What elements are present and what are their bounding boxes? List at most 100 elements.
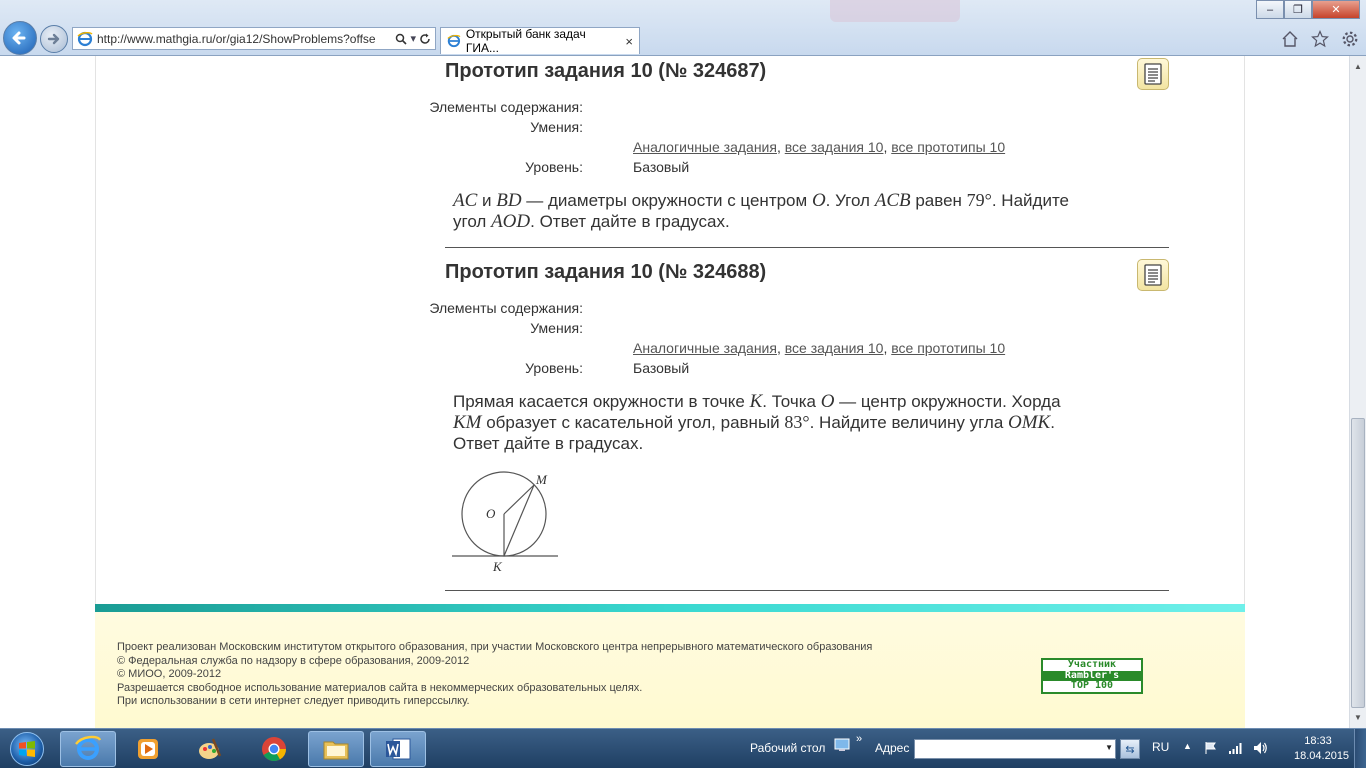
vertical-scrollbar[interactable]: ▲ ▼ <box>1349 56 1366 728</box>
language-indicator[interactable]: RU <box>1152 740 1169 754</box>
footer-accent-bar <box>95 604 1245 612</box>
show-desktop-button[interactable] <box>1354 729 1366 768</box>
folder-icon <box>323 741 349 760</box>
text-run: . Точка <box>762 392 821 411</box>
page-footer: Проект реализован Московским институтом … <box>95 612 1245 728</box>
problem-statement: AC и BD — диаметры окружности с центром … <box>453 190 1163 232</box>
browser-chrome: http://www.mathgia.ru/or/gia12/ShowProbl… <box>0 0 1366 56</box>
label-m: M <box>535 472 548 487</box>
text-run: — центр окружности. Хорда <box>834 392 1061 411</box>
text-run: Прямая касается окружности в точке <box>453 392 750 411</box>
text-run: и <box>477 191 497 210</box>
tray-expand-icon[interactable]: ▲ <box>1183 741 1192 751</box>
minimize-button[interactable]: – <box>1256 0 1284 19</box>
refresh-icon[interactable] <box>419 33 431 45</box>
dropdown-arrow-icon[interactable]: ▼ <box>1105 743 1113 752</box>
taskbar-chrome[interactable] <box>246 731 302 767</box>
rambler-line: TOP 100 <box>1070 680 1114 692</box>
maximize-button[interactable]: ❐ <box>1284 0 1312 19</box>
footer-line: Разрешается свободное использование мате… <box>117 681 643 694</box>
desktop-icon[interactable] <box>834 737 850 753</box>
windows-logo-icon <box>10 732 44 766</box>
address-go-button[interactable]: ⇆ <box>1120 739 1140 759</box>
internet-explorer-icon <box>75 735 102 760</box>
volume-icon[interactable] <box>1252 740 1268 756</box>
all-prototypes-10-link[interactable]: все прототипы 10 <box>891 340 1005 356</box>
problem-title: Прототип задания 10 (№ 324687) <box>445 60 767 82</box>
windows-taskbar: Рабочий стол » Адрес ▼ ⇆ RU ▲ 18:33 18.0… <box>0 728 1366 768</box>
favorites-star-icon[interactable] <box>1310 29 1330 49</box>
all-tasks-10-link[interactable]: все задания 10 <box>785 340 884 356</box>
tab-title: Открытый банк задач ГИА... <box>465 27 586 55</box>
system-clock[interactable]: 18:33 18.04.2015 <box>1294 734 1350 764</box>
dropdown-arrow-icon[interactable]: ▾ <box>410 32 416 45</box>
problem-links: Аналогичные задания, все задания 10, все… <box>633 139 1005 155</box>
taskbar-media-player[interactable] <box>120 731 176 767</box>
browser-toolbar <box>1280 29 1360 49</box>
math-var: OMK <box>1008 412 1051 433</box>
home-icon[interactable] <box>1280 29 1300 49</box>
taskbar-word[interactable] <box>370 731 426 767</box>
scroll-up-icon[interactable]: ▲ <box>1350 58 1366 75</box>
tab-active[interactable]: Открытый банк задач ГИА... × <box>440 27 640 55</box>
math-var: AC <box>453 190 478 211</box>
text-run: . Ответ дайте в градусах. <box>530 212 730 231</box>
footer-line: © Федеральная служба по надзору в сфере … <box>117 654 470 667</box>
text-run: . Найдите величину угла <box>809 413 1008 432</box>
chord-km <box>503 484 535 557</box>
url-text[interactable]: http://www.mathgia.ru/or/gia12/ShowProbl… <box>97 32 395 46</box>
taskbar-internet-explorer[interactable] <box>60 731 116 767</box>
text-run: угол <box>453 212 492 231</box>
scroll-thumb[interactable] <box>1351 418 1365 708</box>
address-toolbar-label: Адрес <box>875 741 910 755</box>
chrome-icon <box>262 737 286 762</box>
footer-line: Проект реализован Московским институтом … <box>117 641 873 653</box>
problem-statement: Прямая касается окружности в точке K. То… <box>453 391 1163 454</box>
label-k: K <box>492 559 503 574</box>
similar-tasks-link[interactable]: Аналогичные задания <box>633 139 777 155</box>
content-elements-label: Элементы содержания: <box>429 300 583 316</box>
taskbar-address-input[interactable]: ▼ <box>914 739 1116 759</box>
close-tab-icon[interactable]: × <box>625 34 633 49</box>
action-center-flag-icon[interactable] <box>1203 741 1217 755</box>
start-button[interactable] <box>2 730 52 768</box>
back-button[interactable] <box>3 21 37 55</box>
close-window-button[interactable]: ✕ <box>1312 0 1360 19</box>
document-icon[interactable] <box>1137 58 1169 90</box>
skills-label: Умения: <box>530 320 583 336</box>
math-var: AOD <box>491 211 531 232</box>
math-var: O <box>820 391 835 412</box>
forward-button[interactable] <box>40 25 68 53</box>
math-number: 83° <box>784 412 810 432</box>
toolbar-chevron-icon[interactable]: » <box>856 733 862 745</box>
rambler-top100-badge[interactable]: Участник Rambler's TOP 100 <box>1041 658 1143 694</box>
taskbar-explorer[interactable] <box>308 731 364 767</box>
all-tasks-10-link[interactable]: все задания 10 <box>785 139 884 155</box>
settings-gear-icon[interactable] <box>1340 29 1360 49</box>
text-run: . Найдите <box>991 191 1069 210</box>
problem-card: Прототип задания 10 (№ 324688) <box>445 259 1169 291</box>
taskbar-paint[interactable] <box>182 731 238 767</box>
page-viewport: Прототип задания 10 (№ 324687) Элементы … <box>0 56 1349 728</box>
skills-label: Умения: <box>530 119 583 135</box>
search-icon[interactable] <box>395 33 408 45</box>
address-bar[interactable]: http://www.mathgia.ru/or/gia12/ShowProbl… <box>72 27 436 50</box>
similar-tasks-link[interactable]: Аналогичные задания <box>633 340 777 356</box>
content-elements-label: Элементы содержания: <box>429 99 583 115</box>
text-run: . Угол <box>825 191 875 210</box>
scroll-down-icon[interactable]: ▼ <box>1350 709 1366 726</box>
window-controls: – ❐ ✕ <box>1256 0 1360 19</box>
desktop-toolbar-label[interactable]: Рабочий стол <box>750 741 825 755</box>
math-number: 79° <box>966 190 992 210</box>
document-icon[interactable] <box>1137 259 1169 291</box>
ie-tab-icon <box>447 34 461 48</box>
forward-arrow-icon <box>47 33 60 45</box>
math-var: KM <box>453 412 482 433</box>
ie-page-icon <box>77 31 93 46</box>
clock-date: 18.04.2015 <box>1294 750 1350 762</box>
all-prototypes-10-link[interactable]: все прототипы 10 <box>891 139 1005 155</box>
footer-line: © МИОО, 2009-2012 <box>117 668 222 680</box>
paint-palette-icon <box>199 738 222 759</box>
level-value: Базовый <box>633 360 690 376</box>
network-signal-icon[interactable] <box>1228 741 1244 755</box>
